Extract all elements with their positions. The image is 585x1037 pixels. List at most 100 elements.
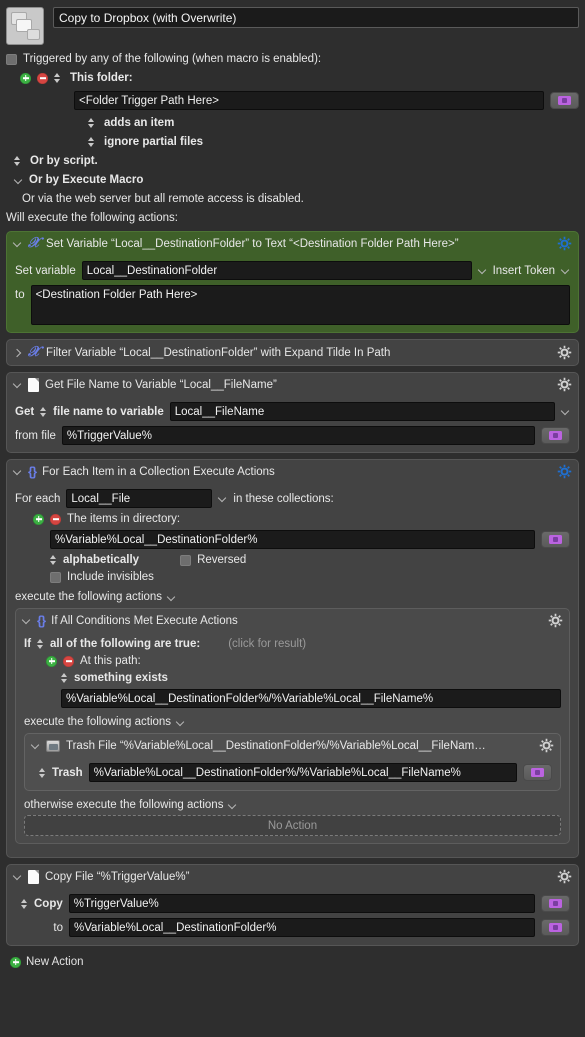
action-set-variable[interactable]: 𝒳 Set Variable “Local__DestinationFolder… [6,231,579,333]
gear-icon[interactable] [557,345,572,360]
variable-dropdown-icon[interactable] [478,266,487,275]
get-file-name-variable-input[interactable]: Local__FileName [169,402,555,421]
chevron-down-icon[interactable] [13,239,22,248]
trash-label: Trash [52,766,83,779]
collection-row: The items in directory: [15,513,570,525]
get-file-name-row: Get file name to variable Local__FileNam… [15,402,570,421]
include-invisibles-checkbox[interactable] [50,571,61,583]
will-execute-label: Will execute the following actions: [6,212,178,224]
for-each-variable-input[interactable]: Local__File [66,489,213,508]
get-label: Get [15,405,35,418]
exists-condition-stepper-icon[interactable] [61,672,68,684]
folder-trigger-path-input[interactable]: <Folder Trigger Path Here> [74,91,544,110]
trash-row: Trash %Variable%Local__DestinationFolder… [33,763,552,782]
action-for-each-title: For Each Item in a Collection Execute Ac… [42,465,275,478]
chevron-right-icon[interactable] [13,348,22,357]
get-kind-label: file name to variable [53,405,164,418]
chevron-down-icon[interactable] [167,593,176,602]
chevron-down-icon[interactable] [228,801,237,810]
copy-destination-picker-button[interactable] [541,919,570,936]
remove-trigger-icon[interactable] [37,72,48,84]
folder-event-row[interactable]: adds an item [6,117,579,129]
action-if-conditions[interactable]: {} If All Conditions Met Execute Actions… [15,608,570,844]
insert-token-chevron-icon[interactable] [561,266,570,275]
copy-source-picker-button[interactable] [541,895,570,912]
action-set-variable-header[interactable]: 𝒳 Set Variable “Local__DestinationFolder… [7,232,578,254]
file-picker-button[interactable] [541,427,570,444]
directory-picker-button[interactable] [541,531,570,548]
action-for-each[interactable]: {} For Each Item in a Collection Execute… [6,459,579,858]
for-each-variable-row: For each Local__File in these collection… [15,489,570,508]
for-each-label: For each [15,492,61,505]
chevron-down-icon[interactable] [13,872,22,881]
gear-icon[interactable] [557,377,572,392]
gear-icon[interactable] [557,236,572,251]
new-action-label[interactable]: New Action [26,956,84,968]
copy-source-input[interactable]: %TriggerValue% [68,894,535,913]
reversed-checkbox[interactable] [180,554,192,566]
from-file-label: from file [15,429,56,442]
sort-order-stepper-icon[interactable] [50,554,57,566]
folder-option-stepper-icon[interactable] [88,136,95,148]
directory-input[interactable]: %Variable%Local__DestinationFolder% [50,530,535,549]
folder-event-stepper-icon[interactable] [88,117,95,129]
action-get-file-name-header[interactable]: Get File Name to Variable “Local__FileNa… [7,373,578,395]
gear-icon[interactable] [548,613,563,628]
add-trigger-icon[interactable] [20,72,31,84]
gear-icon[interactable] [557,464,572,479]
gear-icon[interactable] [539,738,554,753]
click-for-result-label[interactable]: (click for result) [228,638,306,650]
copy-stepper-icon[interactable] [21,898,28,910]
new-action-row[interactable]: New Action [0,952,585,968]
insert-token-label[interactable]: Insert Token [493,265,555,277]
action-trash-file[interactable]: Trash File “%Variable%Local__Destination… [24,733,561,791]
or-by-execute-macro-row[interactable]: Or by Execute Macro [6,174,579,186]
chevron-down-icon[interactable] [31,741,40,750]
folder-trigger-label[interactable]: This folder: [70,72,133,84]
action-copy-file-header[interactable]: Copy File “%TriggerValue%” [7,865,578,887]
get-kind-stepper-icon[interactable] [40,406,47,418]
action-filter-variable-header[interactable]: 𝒳 Filter Variable “Local__DestinationFol… [7,340,578,365]
add-icon[interactable] [10,956,21,968]
condition-mode-stepper-icon[interactable] [37,638,44,650]
set-variable-label: Set variable [15,264,76,277]
condition-path-input[interactable]: %Variable%Local__DestinationFolder%/%Var… [61,689,561,708]
action-if-conditions-header[interactable]: {} If All Conditions Met Execute Actions [16,609,569,631]
variable-dropdown-icon[interactable] [561,407,570,416]
otherwise-label: otherwise execute the following actions [24,799,224,811]
chevron-down-icon[interactable] [13,467,22,476]
condition-mode-label: all of the following are true: [50,638,201,650]
trigger-enabled-checkbox[interactable] [6,53,17,65]
chevron-down-icon[interactable] [13,380,22,389]
set-variable-text-input[interactable]: <Destination Folder Path Here> [30,285,570,325]
macro-title-input[interactable]: Copy to Dropbox (with Overwrite) [53,7,579,28]
script-stepper-icon[interactable] [14,155,21,167]
folder-option-row[interactable]: ignore partial files [6,136,579,148]
action-for-each-header[interactable]: {} For Each Item in a Collection Execute… [7,460,578,482]
remove-condition-icon[interactable] [63,655,74,667]
action-get-file-name[interactable]: Get File Name to Variable “Local__FileNa… [6,372,579,453]
actions-list: 𝒳 Set Variable “Local__DestinationFolder… [0,231,585,946]
action-trash-file-body: Trash %Variable%Local__DestinationFolder… [25,756,560,790]
chevron-down-icon[interactable] [14,176,23,185]
remove-collection-icon[interactable] [50,513,61,525]
copy-destination-input[interactable]: %Variable%Local__DestinationFolder% [69,918,535,937]
set-variable-name-input[interactable]: Local__DestinationFolder [81,261,472,280]
no-action-placeholder[interactable]: No Action [24,815,561,836]
add-collection-icon[interactable] [33,513,44,525]
gear-icon[interactable] [557,869,572,884]
action-trash-file-header[interactable]: Trash File “%Variable%Local__Destination… [25,734,560,756]
folder-picker-button[interactable] [550,92,579,109]
from-file-input[interactable]: %TriggerValue% [61,426,535,445]
for-each-variable-dropdown-icon[interactable] [218,494,227,503]
trash-path-input[interactable]: %Variable%Local__DestinationFolder%/%Var… [88,763,517,782]
trash-stepper-icon[interactable] [39,767,46,779]
chevron-down-icon[interactable] [22,616,31,625]
trigger-type-stepper-icon[interactable] [54,72,61,84]
action-filter-variable[interactable]: 𝒳 Filter Variable “Local__DestinationFol… [6,339,579,366]
trash-path-picker-button[interactable] [523,764,552,781]
action-copy-file[interactable]: Copy File “%TriggerValue%” Copy %Trigger… [6,864,579,946]
chevron-down-icon[interactable] [176,718,185,727]
or-by-script-row[interactable]: Or by script. [6,155,579,167]
add-condition-icon[interactable] [46,655,57,667]
